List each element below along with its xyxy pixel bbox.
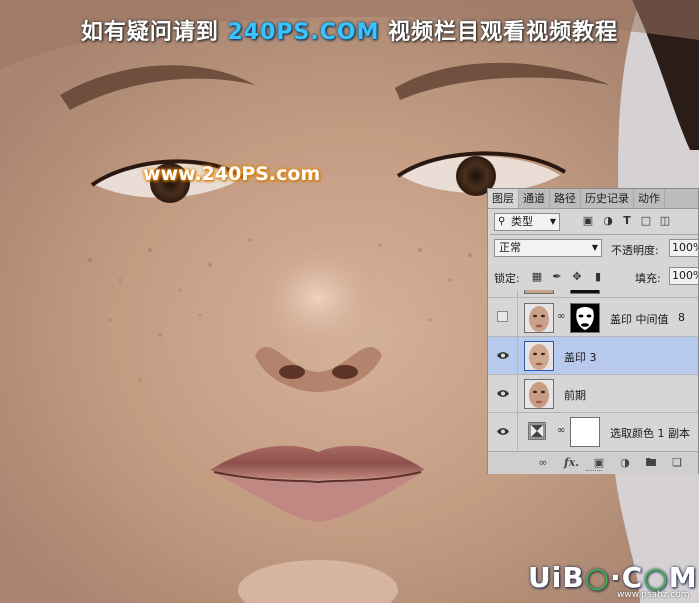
layer-filter-dropdown[interactable]: ⚲ 类型 ▼ — [494, 213, 560, 231]
banner-prefix: 如有疑问请到 — [80, 20, 219, 45]
eye-icon[interactable] — [497, 389, 509, 398]
layer-thumbnail — [524, 379, 554, 409]
layer-name[interactable]: 盖印 3 — [564, 349, 597, 365]
tab-layers[interactable]: 图层 — [488, 189, 519, 208]
layer-mask-thumbnail[interactable] — [570, 417, 600, 447]
type-filter-icon[interactable]: T — [620, 214, 634, 228]
smart-object-filter-icon[interactable]: ◫ — [658, 214, 672, 228]
opacity-field[interactable]: 100% — [669, 239, 699, 257]
visibility-cell[interactable] — [488, 413, 518, 450]
fx-icon[interactable]: fx. — [564, 456, 579, 470]
link-chain-icon[interactable]: ∞ — [557, 425, 565, 436]
banner-site: 240PS.COM — [227, 20, 380, 45]
blend-mode-dropdown[interactable]: 正常 ▼ — [494, 239, 602, 257]
adjustment-filter-icon[interactable]: ◑ — [601, 214, 615, 228]
visibility-cell[interactable] — [488, 375, 518, 412]
tutorial-banner: 如有疑问请到 240PS.COM 视频栏目观看视频教程 — [0, 14, 699, 46]
eye-icon[interactable] — [497, 351, 509, 360]
eye-icon[interactable] — [497, 427, 509, 436]
fill-field[interactable]: 100% — [669, 267, 699, 285]
lock-label: 锁定: — [494, 272, 520, 285]
layer-thumbnail — [524, 341, 554, 371]
visibility-off-box[interactable] — [497, 311, 508, 322]
panel-tabs: 图层 通道 路径 历史记录 动作 — [488, 189, 698, 209]
layers-list: ∞ 盖印 中间值 8 盖印 3 前期 ∞ 选取颜色 1 副本 — [488, 290, 698, 450]
shape-filter-icon[interactable]: □ — [639, 214, 653, 228]
add-mask-icon[interactable]: ▣ — [592, 456, 606, 470]
adjustment-layer-icon[interactable]: ◑ — [618, 456, 632, 470]
site-watermark: www.240PS.com — [143, 163, 321, 185]
logo-circle: ○ — [584, 561, 611, 594]
link-layers-icon[interactable]: ∞ — [536, 456, 550, 470]
layer-row-selected[interactable]: 盖印 3 — [488, 337, 698, 375]
visibility-cell[interactable] — [488, 299, 518, 336]
chevron-down-icon: ▼ — [591, 243, 598, 252]
tab-channels[interactable]: 通道 — [519, 189, 550, 208]
layer-thumbnail — [524, 290, 554, 294]
opacity-label: 不透明度: — [611, 244, 659, 257]
filter-label: 类型 — [511, 215, 533, 228]
link-chain-icon[interactable]: ∞ — [557, 311, 565, 322]
layer-row[interactable]: 前期 — [488, 375, 698, 413]
lock-transparent-icon[interactable]: ▦ — [530, 270, 544, 283]
group-folder-icon[interactable]: 🖿 — [644, 456, 658, 470]
layers-panel: 图层 通道 路径 历史记录 动作 ⚲ 类型 ▼ ▣ ◑ T □ ◫ 正常 ▼ 不… — [487, 188, 699, 474]
image-filter-icon[interactable]: ▣ — [581, 214, 595, 228]
layer-name[interactable]: 选取颜色 1 副本 — [610, 425, 690, 441]
banner-suffix: 视频栏目观看视频教程 — [388, 20, 619, 45]
layer-row[interactable]: ∞ 盖印 中间值 8 — [488, 299, 698, 337]
divider — [490, 234, 698, 235]
chevron-down-icon: ▼ — [549, 217, 556, 226]
new-layer-icon[interactable]: ❏ — [670, 456, 684, 470]
lock-all-icon[interactable]: ▮ — [591, 270, 605, 283]
magnifier-icon: ⚲ — [498, 216, 506, 227]
fill-label: 填充: — [635, 272, 661, 285]
layer-thumbnail — [524, 303, 554, 333]
visibility-cell — [488, 290, 518, 297]
lock-pixels-icon[interactable]: ✒ — [550, 270, 564, 283]
logo-text-1: UiB — [528, 561, 585, 594]
panel-resize-grip[interactable] — [586, 470, 602, 473]
tab-paths[interactable]: 路径 — [550, 189, 581, 208]
layer-mask-thumbnail[interactable] — [570, 303, 600, 333]
adjustment-layer-thumbnail — [528, 422, 546, 440]
layer-name[interactable]: 盖印 中间值 — [610, 311, 669, 327]
tab-history[interactable]: 历史记录 — [581, 189, 634, 208]
visibility-cell[interactable] — [488, 337, 518, 374]
layer-number: 8 — [678, 311, 685, 324]
layer-name[interactable]: 前期 — [564, 387, 586, 403]
layer-row-partial[interactable] — [488, 290, 698, 298]
layer-mask-thumbnail — [570, 290, 600, 294]
lock-position-icon[interactable]: ✥ — [570, 270, 584, 283]
tab-actions[interactable]: 动作 — [634, 189, 665, 208]
layer-row[interactable]: ∞ 选取颜色 1 副本 — [488, 413, 698, 450]
logo-subtitle: www.psahz.com — [617, 590, 690, 600]
blend-mode-value: 正常 — [499, 241, 521, 254]
